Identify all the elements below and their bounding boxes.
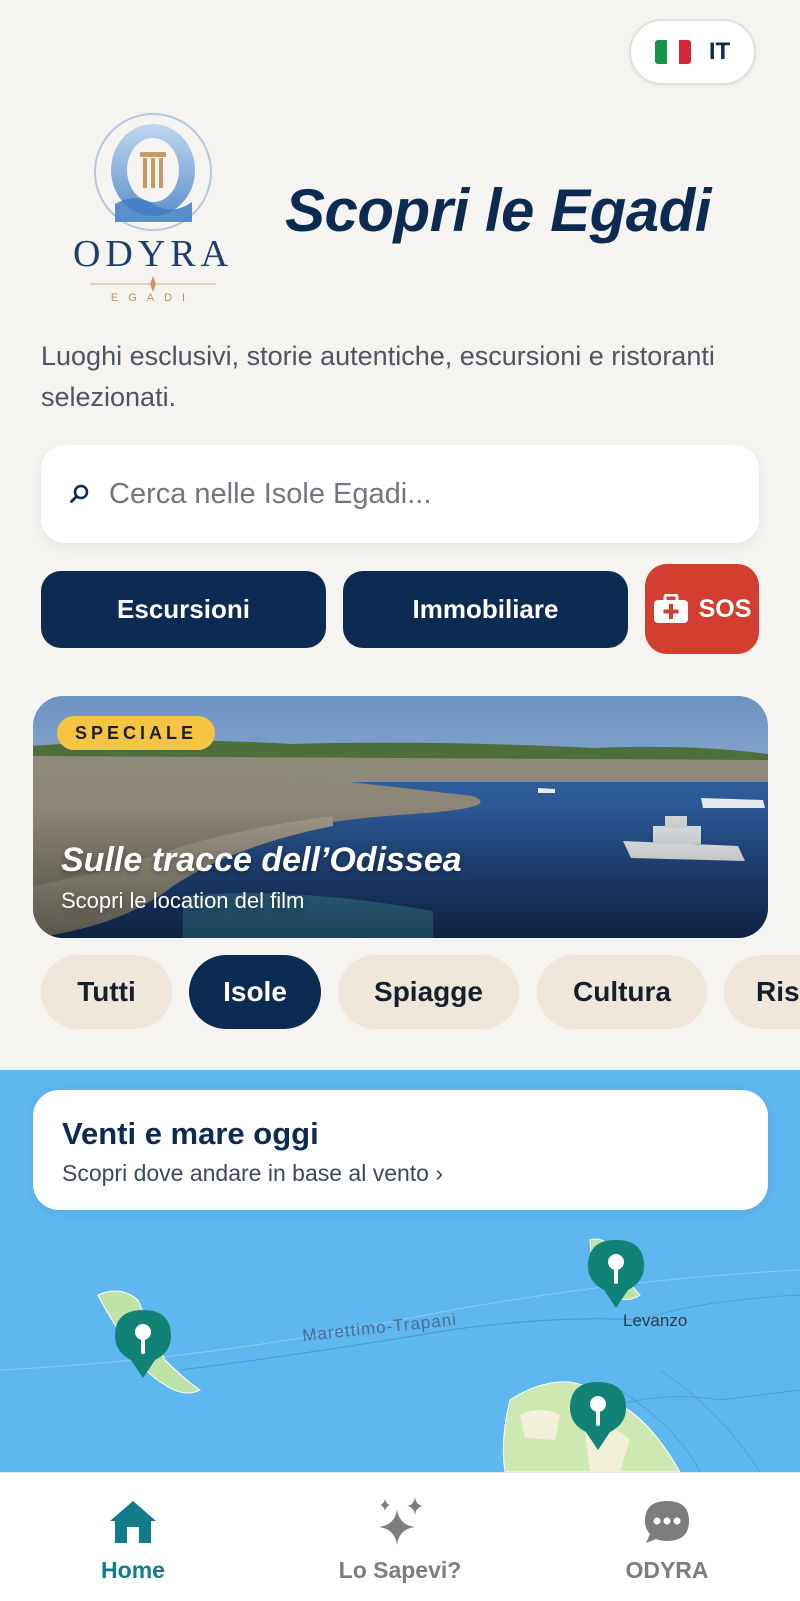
featured-banner[interactable]: SPECIALE Sulle tracce dell’Odissea Scopr… (33, 696, 768, 938)
chat-bubble-icon (645, 1501, 689, 1543)
excursions-button[interactable]: Escursioni (41, 571, 326, 648)
wind-sea-card[interactable]: Venti e mare oggi Scopri dove andare in … (33, 1090, 768, 1210)
search-placeholder: Cerca nelle Isole Egadi... (109, 477, 432, 510)
special-badge: SPECIALE (57, 716, 216, 750)
sparkles-icon (379, 1497, 423, 1545)
first-aid-kit-icon (653, 594, 688, 623)
odyra-logo (90, 113, 216, 292)
map-pin-favignana[interactable] (568, 1380, 628, 1452)
tab-home-label: Home (101, 1557, 165, 1583)
chip-spiagge[interactable]: Spiagge (338, 955, 519, 1029)
language-selector[interactable]: IT (629, 19, 756, 85)
tab-odyra-label: ODYRA (625, 1557, 709, 1583)
page-title: Scopri le Egadi (285, 177, 711, 244)
wind-card-subtitle: Scopri dove andare in base al vento › (62, 1160, 444, 1186)
bottom-tab-bar: Home Lo Sapevi? ODYRA (0, 1472, 800, 1601)
sos-button[interactable]: SOS (645, 564, 759, 654)
language-code: IT (708, 38, 731, 65)
wind-card-title: Venti e mare oggi (62, 1116, 319, 1151)
page-subtitle: Luoghi esclusivi, storie autentiche, esc… (41, 341, 715, 412)
banner-subtitle: Scopri le location del film (61, 888, 305, 913)
italy-flag-icon (654, 40, 691, 64)
brand-subtitle: EGADI (110, 292, 196, 304)
search-icon (70, 484, 89, 503)
chip-tutti[interactable]: Tutti (41, 955, 172, 1029)
real-estate-button[interactable]: Immobiliare (343, 571, 628, 648)
tab-home[interactable]: Home (33, 1473, 233, 1601)
home-icon (110, 1501, 156, 1543)
category-chips: Tutti Isole Spiagge Cultura Ris (41, 955, 800, 1029)
chip-isole[interactable]: Isole (189, 955, 321, 1029)
search-input[interactable]: Cerca nelle Isole Egadi... (41, 445, 759, 543)
map-pin-marettimo[interactable] (113, 1308, 173, 1380)
map-pin-levanzo[interactable] (586, 1238, 646, 1310)
chip-ristoranti[interactable]: Ris (724, 955, 800, 1029)
chip-cultura[interactable]: Cultura (537, 955, 707, 1029)
brand-name: ODYRA (72, 233, 234, 275)
tab-lo-sapevi-label: Lo Sapevi? (338, 1557, 462, 1583)
sos-label: SOS (698, 594, 752, 623)
banner-title: Sulle tracce dell’Odissea (61, 841, 462, 879)
map-place-label: Levanzo (623, 1311, 688, 1330)
tab-lo-sapevi[interactable]: Lo Sapevi? (300, 1473, 500, 1601)
tab-odyra[interactable]: ODYRA (567, 1473, 767, 1601)
